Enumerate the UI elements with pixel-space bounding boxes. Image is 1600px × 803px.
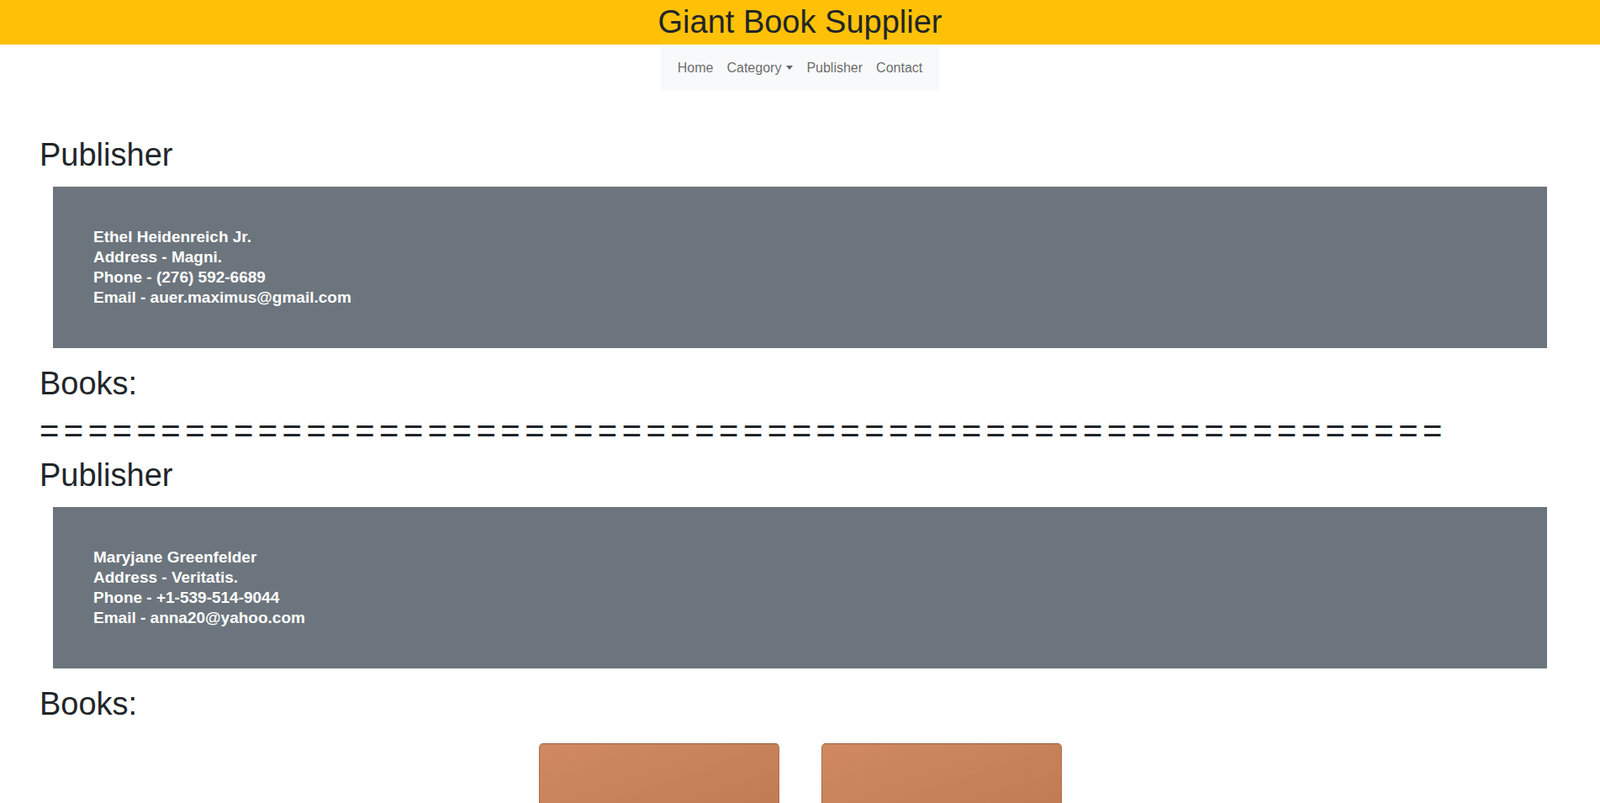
publisher-phone: Phone - +1-539-514-9044	[93, 587, 1507, 608]
publisher-name: Maryjane Greenfelder	[93, 547, 1507, 568]
nav-link[interactable]: Contact	[869, 53, 930, 83]
books-heading: Books:	[39, 363, 1561, 404]
publisher-card: Ethel Heidenreich Jr.Address - Magni.Pho…	[52, 186, 1548, 349]
nav-wrap: HomeCategoryPublisherContact	[0, 44, 1600, 91]
nav-link[interactable]: Publisher	[799, 53, 870, 83]
publisher-email: Email - anna20@yahoo.com	[93, 607, 1507, 629]
page: Giant Book SupplierHomeCategoryPublisher…	[0, 0, 1600, 803]
publisher-section: ========================================…	[39, 410, 1561, 803]
publisher-section: Publisher Ethel Heidenreich Jr.Address - …	[39, 134, 1561, 404]
caret-icon	[786, 65, 793, 70]
publisher-address: Address - Veritatis.	[93, 567, 1507, 588]
books-heading: Books:	[39, 683, 1561, 724]
site-title: Giant Book Supplier	[658, 0, 943, 45]
nav-link[interactable]: Home	[670, 53, 721, 83]
publisher-phone: Phone - (276) 592-6689	[93, 267, 1507, 288]
publisher-email: Email - auer.maximus@gmail.com	[93, 287, 1507, 308]
publisher-address: Address - Magni.	[93, 247, 1507, 268]
book-cover[interactable]	[538, 743, 780, 803]
publisher-heading: Publisher	[39, 454, 1561, 496]
site-header: Giant Book Supplier	[0, 0, 1600, 45]
publisher-card: Maryjane GreenfelderAddress - Veritatis.…	[52, 506, 1548, 669]
book-row	[39, 743, 1561, 803]
content: PublisherEthel Heidenreich Jr.Address - …	[0, 90, 1600, 803]
nav-link[interactable]: Category	[719, 53, 800, 83]
navbar: HomeCategoryPublisherContact	[660, 44, 940, 91]
separator: ========================================…	[39, 410, 1561, 451]
publisher-heading: Publisher	[39, 134, 1561, 175]
book-cover[interactable]	[821, 743, 1062, 803]
publisher-name: Ethel Heidenreich Jr.	[93, 227, 1507, 248]
